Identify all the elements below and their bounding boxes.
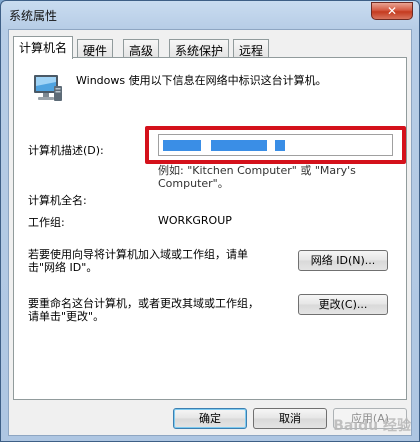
rename-instructions-line2: 请单击"更改"。 <box>28 310 105 323</box>
tab-system-protection[interactable]: 系统保护 <box>169 39 230 58</box>
full-name-label: 计算机全名: <box>28 194 87 207</box>
tab-advanced[interactable]: 高级 <box>123 39 160 58</box>
network-id-button[interactable]: 网络 ID(N)... <box>298 250 388 271</box>
description-label: 计算机描述(D): <box>28 144 104 157</box>
highlight-annotation-box <box>145 126 406 164</box>
watermark-logo: Baidu 经验 <box>333 418 411 434</box>
ok-button[interactable]: 确定 <box>173 408 247 429</box>
change-button[interactable]: 更改(C)... <box>298 294 388 315</box>
cancel-button[interactable]: 取消 <box>253 408 327 429</box>
close-button[interactable]: ✕ <box>371 2 413 20</box>
computer-name-panel: Windows 使用以下信息在网络中标识这台计算机。 计算机描述(D): 例如:… <box>13 57 407 400</box>
intro-text: Windows 使用以下信息在网络中标识这台计算机。 <box>76 74 327 87</box>
tab-remote[interactable]: 远程 <box>233 39 270 58</box>
dialog-client-area: 计算机名 硬件 高级 系统保护 远程 Windows 使用以下信息在网络中标识这… <box>8 29 412 436</box>
workgroup-label: 工作组: <box>28 216 65 229</box>
tab-hardware[interactable]: 硬件 <box>77 39 114 58</box>
example-text-line2: Computer"。 <box>158 177 229 190</box>
computer-monitor-icon <box>34 75 62 101</box>
workgroup-value: WORKGROUP <box>158 214 232 227</box>
system-properties-window: 系统属性 ✕ 计算机名 硬件 高级 系统保护 远程 Windows 使用以下信息… <box>0 0 420 442</box>
tab-computer-name[interactable]: 计算机名 <box>13 36 74 59</box>
title-bar[interactable]: 系统属性 ✕ <box>1 1 419 29</box>
window-title: 系统属性 <box>9 9 58 23</box>
network-id-instructions-line2: 击"网络 ID"。 <box>28 261 98 274</box>
